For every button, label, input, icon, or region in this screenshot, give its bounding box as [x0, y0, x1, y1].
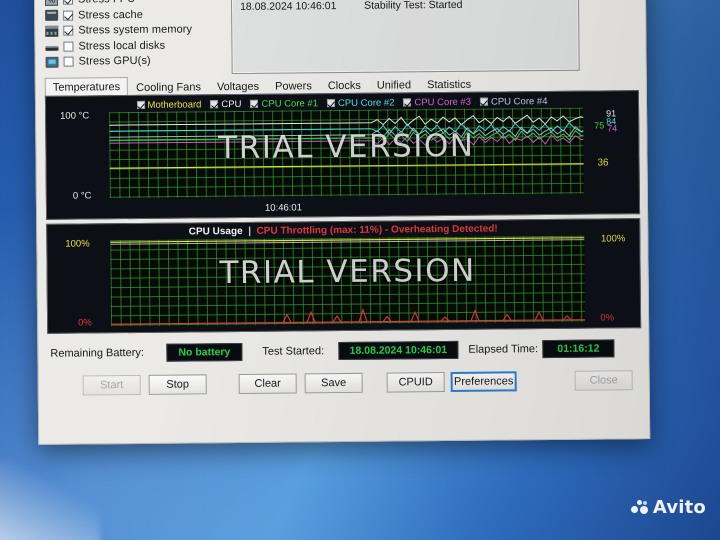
legend-label-core4: CPU Core #4 — [490, 95, 548, 108]
stress-disks-label: Stress local disks — [78, 39, 166, 53]
legend-item-motherboard[interactable]: Motherboard — [136, 99, 201, 111]
cpu-usage-chart[interactable]: CPU Usage | CPU Throttling (max: 11%) - … — [46, 218, 642, 334]
legend-item-core1[interactable]: CPU Core #1 — [250, 98, 318, 110]
stress-option-gpu[interactable]: Stress GPU(s) — [45, 53, 226, 70]
stress-gpu-label: Stress GPU(s) — [78, 55, 151, 68]
legend-label-core3: CPU Core #3 — [414, 96, 472, 108]
legend-checkbox-core2[interactable] — [326, 99, 335, 108]
battery-label: Remaining Battery: — [50, 346, 144, 360]
legend-label-cpu: CPU — [221, 98, 242, 110]
legend-checkbox-motherboard[interactable] — [136, 100, 145, 109]
usage-y-top-label-right: 100% — [600, 233, 626, 245]
usage-grid: TRIAL VERSION — [110, 235, 586, 327]
temperature-chart[interactable]: Motherboard CPU CPU Core #1 CPU Core #2 … — [44, 90, 641, 220]
memory-icon — [45, 25, 59, 37]
temperature-plot-area: 100 °C 0 °C TRIAL VERSION 91 84 75 74 36 — [46, 107, 639, 202]
usage-y-bottom-label-left: 0% — [78, 317, 92, 329]
stress-option-cache[interactable]: Stress cache — [45, 6, 225, 23]
temperature-traces — [109, 114, 584, 169]
stop-button[interactable]: Stop — [148, 374, 207, 395]
legend-item-core4[interactable]: CPU Core #4 — [479, 95, 548, 108]
clear-button[interactable]: Clear — [238, 373, 297, 394]
legend-checkbox-core1[interactable] — [250, 99, 259, 108]
legend-item-core2[interactable]: CPU Core #2 — [326, 96, 395, 109]
temp-y-top-label: 100 °C — [60, 110, 90, 122]
save-button[interactable]: Save — [304, 372, 363, 394]
usage-title-alert: CPU Throttling (max: 11%) - Overheating … — [256, 223, 498, 237]
fpu-icon: % — [44, 0, 59, 6]
elapsed-time-value: 01:16:12 — [542, 339, 615, 359]
status-row: Remaining Battery: No battery Test Start… — [50, 338, 640, 370]
stress-option-disks[interactable]: Stress local disks — [45, 37, 225, 54]
legend-label-core2: CPU Core #2 — [337, 96, 395, 109]
start-button[interactable]: Start — [82, 374, 141, 396]
stress-options-list: Stress CPU % Stress FPU Stress cache Str… — [44, 0, 226, 70]
button-row: Start Stop Clear Save CPUID Preferences … — [51, 370, 641, 400]
legend-checkbox-core4[interactable] — [479, 97, 488, 106]
usage-y-top-label-left: 100% — [65, 238, 90, 250]
usage-y-bottom-label-right: 0% — [600, 312, 615, 324]
temp-value-core1: 75 — [594, 120, 605, 131]
stress-memory-checkbox[interactable] — [63, 25, 74, 36]
cpuid-button[interactable]: CPUID — [386, 372, 445, 393]
legend-checkbox-cpu[interactable] — [210, 100, 219, 109]
stress-cache-checkbox[interactable] — [63, 10, 74, 21]
elapsed-time-label: Elapsed Time: — [468, 343, 539, 356]
stress-cache-label: Stress cache — [78, 8, 143, 22]
event-log-panel[interactable]: Date / Time Status 18.08.2024 10:46:01 S… — [230, 0, 580, 75]
gpu-icon — [45, 56, 59, 68]
desk-edge — [0, 460, 100, 540]
temp-value-core3: 74 — [607, 123, 618, 134]
temperature-grid: TRIAL VERSION — [109, 107, 584, 199]
usage-title-main: CPU Usage — [188, 225, 243, 238]
legend-label-motherboard: Motherboard — [147, 98, 202, 111]
usage-traces — [110, 237, 586, 325]
log-row[interactable]: 18.08.2024 10:46:01 Stability Test: Star… — [232, 0, 578, 13]
disk-icon — [45, 45, 59, 51]
preferences-button[interactable]: Preferences — [450, 371, 517, 392]
temp-value-motherboard: 36 — [597, 157, 609, 169]
legend-item-cpu[interactable]: CPU — [210, 98, 242, 110]
log-cell-status: Stability Test: Started — [364, 0, 463, 12]
log-cell-datetime: 18.08.2024 10:46:01 — [240, 0, 337, 13]
stress-gpu-checkbox[interactable] — [63, 56, 74, 67]
test-started-label: Test Started: — [262, 345, 325, 358]
avito-label: Avito — [652, 497, 706, 518]
test-started-value: 18.08.2024 10:46:01 — [338, 340, 459, 361]
close-button[interactable]: Close — [574, 370, 633, 391]
avito-logo-icon — [630, 500, 648, 515]
stress-fpu-checkbox[interactable] — [62, 0, 74, 5]
temp-y-bottom-label: 0 °C — [72, 190, 92, 202]
temperature-time-label: 10:46:01 — [264, 202, 303, 214]
aida64-stability-test-window[interactable]: Stress CPU % Stress FPU Stress cache Str… — [33, 0, 651, 445]
usage-plot-area: 100% 0% 100% 0% TRIAL VERSION — [47, 233, 640, 329]
legend-checkbox-core3[interactable] — [403, 98, 412, 107]
legend-label-core1: CPU Core #1 — [261, 97, 319, 110]
cache-icon — [45, 9, 59, 22]
stress-disks-checkbox[interactable] — [63, 41, 74, 52]
stress-memory-label: Stress system memory — [78, 23, 193, 37]
battery-value: No battery — [166, 342, 243, 362]
stress-option-memory[interactable]: Stress system memory — [45, 22, 225, 39]
top-area: Stress CPU % Stress FPU Stress cache Str… — [35, 0, 646, 82]
stress-fpu-label: Stress FPU — [78, 0, 135, 6]
legend-item-core3[interactable]: CPU Core #3 — [403, 96, 471, 108]
avito-watermark: Avito — [630, 497, 706, 518]
